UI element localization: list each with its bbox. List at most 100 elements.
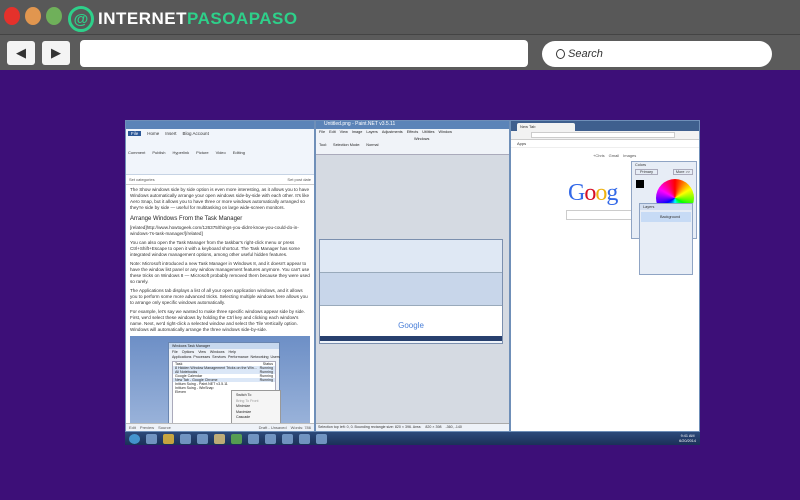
context-menu-item[interactable]: Cascade [236, 415, 276, 421]
browser-title-bar: @ INTERNET PASOAPASO [0, 0, 800, 35]
menu-view[interactable]: View [340, 130, 348, 134]
taskmgr-menu-item[interactable]: Windows [210, 350, 225, 354]
chrome-omnibox[interactable] [531, 132, 675, 138]
paragraph: The Show windows side by side option is … [130, 187, 310, 210]
word-count: Words: 786 [290, 425, 311, 430]
chrome-tab[interactable]: New Tab [517, 123, 575, 131]
post-body[interactable]: The Show windows side by side option is … [126, 185, 314, 431]
ribbon-picture[interactable]: Picture [196, 150, 208, 155]
taskmgr-tab[interactable]: Networking [251, 355, 269, 359]
menu-window[interactable]: Window [439, 130, 453, 134]
forward-button[interactable]: ▶ [42, 41, 70, 65]
windows-dropdown[interactable]: Windows [414, 137, 429, 141]
search-placeholder: Search [568, 48, 603, 60]
menu-file[interactable]: File [319, 130, 325, 134]
more-button[interactable]: More >> [672, 169, 693, 175]
writer-ribbon: File Home Insert Blog Account Comment Pu… [126, 129, 314, 175]
link-plus[interactable]: +Chris [593, 153, 605, 158]
ribbon-editing[interactable]: Editing [233, 150, 245, 155]
tab-insert[interactable]: Insert [165, 131, 176, 136]
article-screenshot: File Home Insert Blog Account Comment Pu… [125, 120, 700, 445]
ribbon-video[interactable]: Video [216, 150, 226, 155]
paint-window: Untitled.png - Paint.NET v3.5.11 File Edi… [315, 120, 510, 432]
clock-date: 6/20/2014 [679, 438, 696, 443]
writer-title-bar [126, 121, 314, 129]
task-manager-image: Windows Task Manager File Options View Wind… [130, 336, 310, 431]
tab-source[interactable]: Source [158, 425, 171, 430]
menu-adjustments[interactable]: Adjustments [382, 130, 403, 134]
apps-bookmark[interactable]: Apps [511, 140, 699, 148]
taskmgr-menu-item[interactable]: File [172, 350, 178, 354]
taskmgr-menu-item[interactable]: Options [182, 350, 194, 354]
ribbon-publish[interactable]: Publish [152, 150, 165, 155]
paint-title-bar: Untitled.png - Paint.NET v3.5.11 [316, 121, 509, 129]
selection-status: Selection top left: 0, 0. Bounding recta… [318, 425, 422, 429]
taskbar-app-icon[interactable] [146, 433, 157, 444]
menu-effects[interactable]: Effects [407, 130, 419, 134]
taskbar-app-icon[interactable] [265, 433, 276, 444]
windows-taskbar: 9:41 AM 6/20/2014 [125, 432, 700, 445]
taskbar-app-icon[interactable] [299, 433, 310, 444]
taskbar-app-icon[interactable] [180, 433, 191, 444]
taskbar-app-icon[interactable] [197, 433, 208, 444]
paragraph: The Applications tab displays a list of … [130, 288, 308, 305]
link-images[interactable]: Images [623, 153, 636, 158]
layers-panel-title: Layers [640, 204, 692, 210]
logo-text-internet: INTERNET [98, 9, 187, 28]
search-icon [556, 49, 565, 59]
blend-mode-select[interactable]: Normal [366, 143, 378, 147]
taskmgr-tab[interactable]: Applications [172, 355, 191, 359]
section-heading: Arrange Windows From the Task Manager [130, 216, 243, 222]
back-button[interactable]: ◀ [7, 41, 35, 65]
tool-label: Tool: [319, 143, 328, 147]
tab-blog-account[interactable]: Blog Account [183, 131, 209, 136]
taskmgr-tab[interactable]: Performance [228, 355, 249, 359]
taskmgr-menu-item[interactable]: Help [229, 350, 236, 354]
browser-nav-bar: ◀ ▶ Search [0, 35, 800, 70]
minimize-window-button[interactable] [25, 7, 41, 25]
menu-image[interactable]: Image [352, 130, 363, 134]
menu-layers[interactable]: Layers [366, 130, 377, 134]
category-field[interactable]: Set categories [129, 177, 155, 182]
ribbon-hyperlink[interactable]: Hyperlink [172, 150, 189, 155]
paint-canvas-image[interactable]: Google [319, 239, 503, 344]
paragraph: You can also open the Task Manager from … [130, 240, 300, 257]
close-window-button[interactable] [4, 7, 20, 25]
post-date-field[interactable]: Set post date [287, 177, 311, 182]
tab-preview[interactable]: Preview [140, 425, 154, 430]
taskbar-app-icon[interactable] [282, 433, 293, 444]
chrome-window: New Tab Apps +Chris Gmail Images Goog Co… [510, 120, 700, 432]
taskbar-app-icon[interactable] [248, 433, 259, 444]
search-input[interactable]: Search [542, 41, 772, 67]
explorer-taskbar-icon[interactable] [214, 433, 225, 444]
primary-color-swatch[interactable] [636, 180, 644, 188]
taskbar-app-icon[interactable] [316, 433, 327, 444]
system-clock[interactable]: 9:41 AM 6/20/2014 [679, 434, 696, 443]
maximize-window-button[interactable] [46, 7, 62, 25]
taskmgr-tab[interactable]: Processes [193, 355, 210, 359]
paragraph: [related]http://www.howtogeek.com/126375… [130, 225, 299, 236]
taskmgr-tab[interactable]: Users [271, 355, 280, 359]
cursor-coords: -360, -140 [445, 425, 462, 429]
selection-mode-label: Selection Mode: [333, 143, 361, 147]
start-button[interactable] [129, 433, 140, 444]
tab-edit[interactable]: Edit [129, 425, 136, 430]
ribbon-comment[interactable]: Comment [128, 150, 145, 155]
taskmgr-menu-item[interactable]: View [198, 350, 206, 354]
paragraph: For example, let's say we wanted to make… [130, 309, 306, 332]
taskbar-app-icon[interactable] [231, 433, 242, 444]
tab-file[interactable]: File [128, 131, 142, 136]
primary-select[interactable]: Primary [635, 169, 659, 175]
tab-home[interactable]: Home [147, 131, 159, 136]
layer-background[interactable]: Background [641, 212, 691, 222]
menu-edit[interactable]: Edit [329, 130, 336, 134]
menu-utilities[interactable]: Utilities [422, 130, 434, 134]
taskmgr-tab[interactable]: Services [212, 355, 226, 359]
chrome-taskbar-icon[interactable] [163, 433, 174, 444]
site-logo: @ INTERNET PASOAPASO [68, 6, 298, 32]
logo-icon: @ [68, 6, 94, 32]
forward-icon: ▶ [51, 45, 61, 60]
link-gmail[interactable]: Gmail [609, 153, 619, 158]
address-bar[interactable] [80, 40, 528, 67]
clock-time: 9:41 AM [680, 434, 695, 438]
